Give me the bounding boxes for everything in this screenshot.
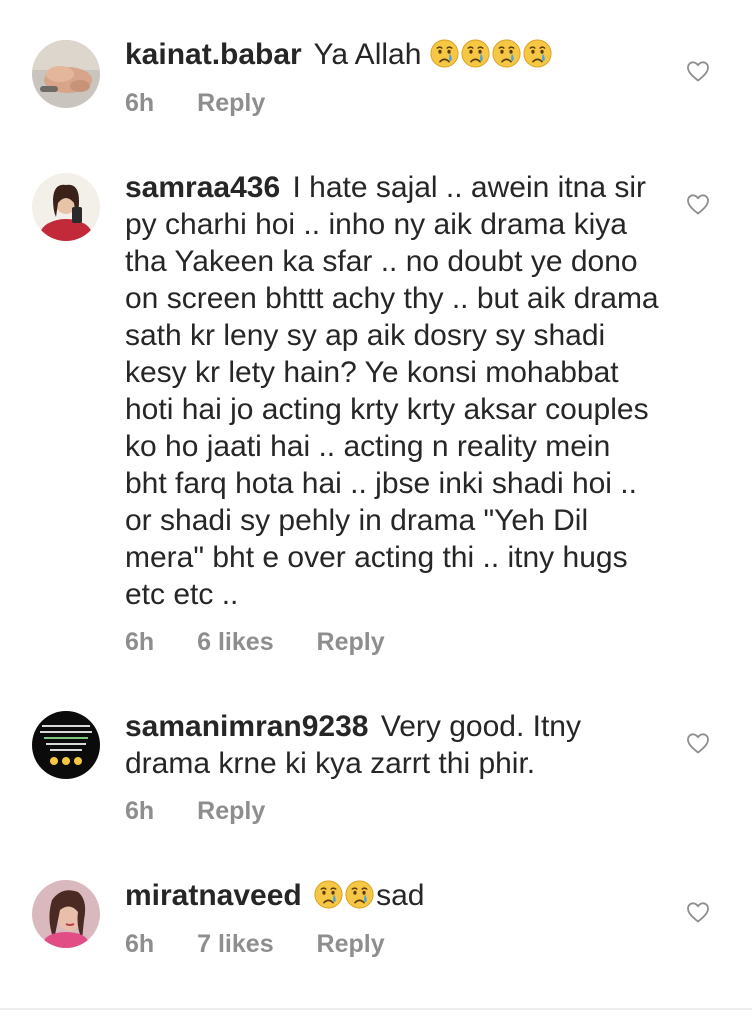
comment-time: 6h <box>125 89 155 117</box>
heart-icon[interactable] <box>686 60 710 82</box>
divider <box>0 1008 752 1010</box>
comment-meta: 6h Reply <box>125 796 301 826</box>
comment-meta: 6h Reply <box>125 88 301 118</box>
comment-body: kainat.babar Ya Allah <box>125 36 665 73</box>
crying-face-icon <box>430 39 459 68</box>
reply-button[interactable]: Reply <box>317 930 385 958</box>
crying-face-icon <box>523 39 552 68</box>
crying-face-icon <box>345 880 374 909</box>
like-count[interactable]: 6 likes <box>197 628 273 656</box>
heart-icon[interactable] <box>686 732 710 754</box>
heart-icon[interactable] <box>686 901 710 923</box>
comment-meta: 6h 6 likes Reply <box>125 627 421 657</box>
comment-time: 6h <box>125 797 155 825</box>
comment-username[interactable]: kainat.babar <box>125 38 302 71</box>
reply-button[interactable]: Reply <box>197 797 265 825</box>
comment-text: sad <box>376 879 425 912</box>
heart-icon[interactable] <box>686 193 710 215</box>
hands-photo-avatar[interactable] <box>32 40 100 108</box>
comment-body: samraa436 I hate sajal .. awein itna sir… <box>125 169 660 613</box>
reply-button[interactable]: Reply <box>197 89 265 117</box>
comment-username[interactable]: miratnaveed <box>125 879 302 912</box>
comment-meta: 6h 7 likes Reply <box>125 929 421 959</box>
crying-face-icon <box>314 880 343 909</box>
woman-selfie-avatar[interactable] <box>32 173 100 241</box>
comment-username[interactable]: samanimran9238 <box>125 710 369 743</box>
comment-time: 6h <box>125 628 155 656</box>
comment-body: samanimran9238 Very good. Itny drama krn… <box>125 708 605 782</box>
comment-text: I hate sajal .. awein itna sir py charhi… <box>125 171 659 611</box>
comment-time: 6h <box>125 930 155 958</box>
like-count[interactable]: 7 likes <box>197 930 273 958</box>
comment-username[interactable]: samraa436 <box>125 171 280 204</box>
comment-body: miratnaveed sad <box>125 877 665 914</box>
reply-button[interactable]: Reply <box>317 628 385 656</box>
woman-portrait-avatar[interactable] <box>32 880 100 948</box>
crying-face-icon <box>461 39 490 68</box>
comment-text: Ya Allah <box>313 38 422 71</box>
crying-face-icon <box>492 39 521 68</box>
poetry-image-avatar[interactable] <box>32 711 100 779</box>
